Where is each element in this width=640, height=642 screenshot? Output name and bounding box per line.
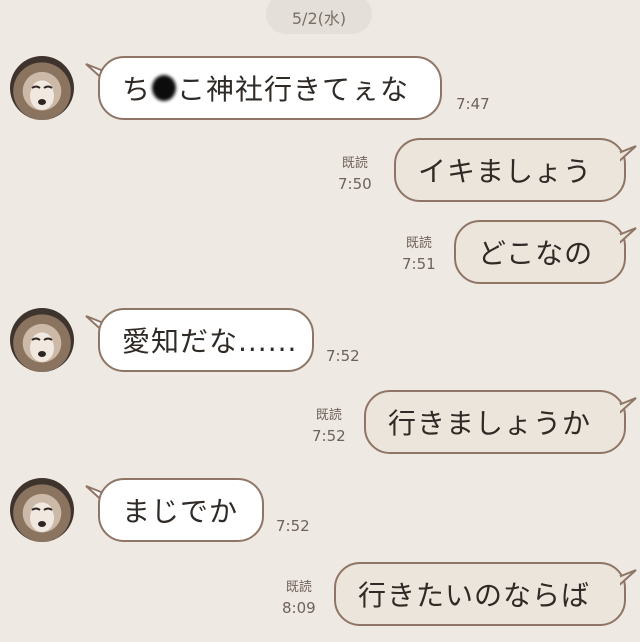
redacted-mark (152, 75, 177, 101)
date-separator: 5/2(水) (266, 0, 372, 34)
message-text: イキましょう (418, 155, 593, 188)
message-meta: 既読 8:09 (282, 578, 316, 618)
message-bubble[interactable]: どこなの (454, 220, 626, 284)
fox-avatar-icon[interactable] (10, 56, 74, 120)
message-text: どこなの (478, 237, 594, 270)
message-meta: 既読 7:51 (402, 234, 436, 274)
fox-avatar-icon[interactable] (10, 308, 74, 372)
read-receipt: 既読 (285, 580, 312, 595)
message-text: 行きたいのならば (358, 579, 591, 612)
message-time: 7:52 (326, 347, 360, 365)
read-receipt: 既読 (341, 156, 368, 171)
read-receipt: 既読 (405, 236, 432, 251)
message-bubble[interactable]: 行きましょうか (364, 390, 626, 454)
message-text: ち (122, 73, 152, 106)
read-receipt: 既読 (315, 408, 342, 423)
message-text: 行きましょうか (388, 407, 592, 440)
message-bubble[interactable]: イキましょう (394, 138, 626, 202)
message-time: 7:52 (312, 427, 346, 445)
message-bubble[interactable]: 愛知だな...... (98, 308, 314, 372)
message-meta: 既読 7:52 (312, 406, 346, 446)
message-bubble[interactable]: ちこ神社行きてぇな (98, 56, 442, 120)
message-text: まじでか (122, 495, 239, 528)
message-time: 7:50 (338, 175, 372, 193)
message-text: こ神社行きてぇな (177, 73, 410, 106)
message-time: 7:52 (276, 517, 310, 535)
message-time: 7:47 (456, 95, 490, 113)
message-text: 愛知だな...... (122, 325, 298, 358)
message-time: 8:09 (282, 599, 316, 617)
message-time: 7:51 (402, 255, 436, 273)
message-bubble[interactable]: まじでか (98, 478, 264, 542)
message-bubble[interactable]: 行きたいのならば (334, 562, 626, 626)
fox-avatar-icon[interactable] (10, 478, 74, 542)
message-meta: 既読 7:50 (338, 154, 372, 194)
